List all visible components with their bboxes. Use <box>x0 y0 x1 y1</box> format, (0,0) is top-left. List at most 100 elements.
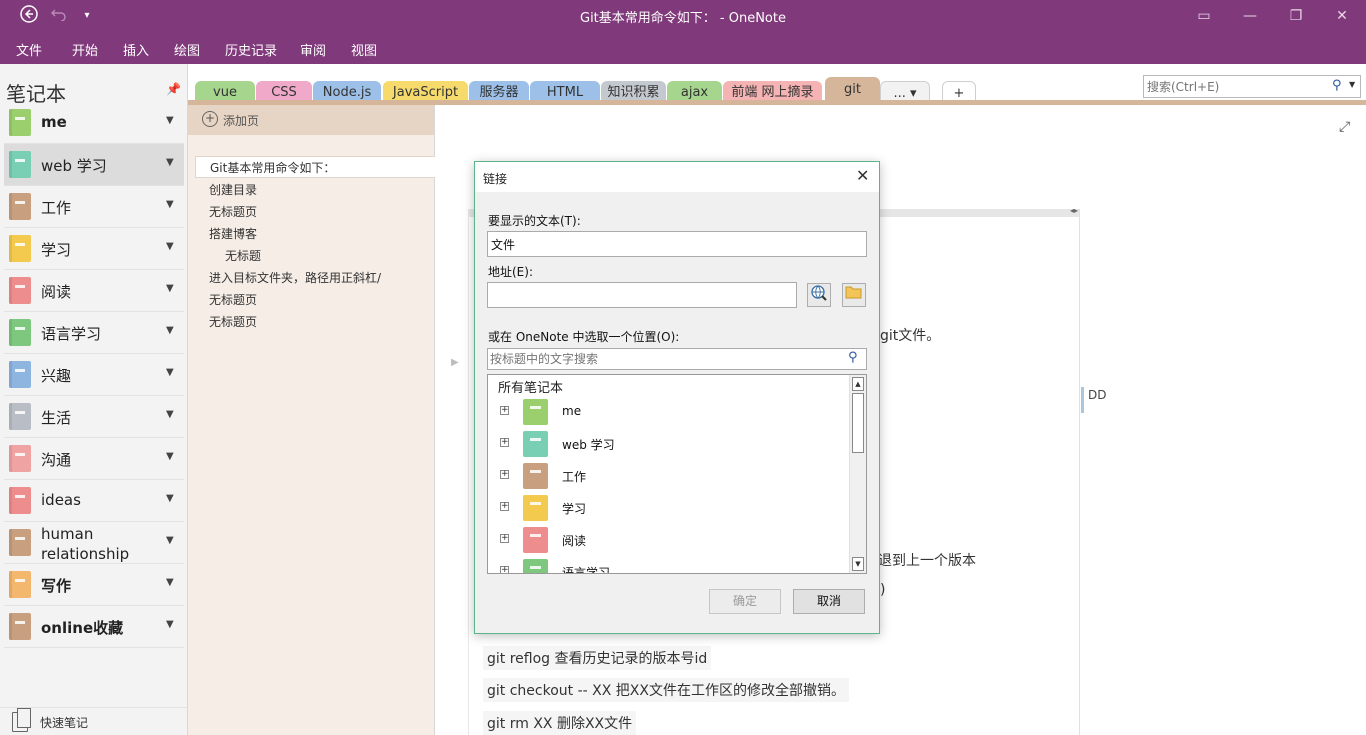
tree-notebook-item[interactable]: + 语言学习 <box>488 556 848 573</box>
chevron-down-icon[interactable]: ▼ <box>166 199 174 210</box>
notebook-label: online收藏 <box>41 619 124 637</box>
page-item[interactable]: Git基本常用命令如下： <box>195 156 435 178</box>
notebook-item[interactable]: 生活 ▼ <box>4 396 184 438</box>
tree-notebook-item[interactable]: + 学习 <box>488 492 848 524</box>
menu-view[interactable]: 视图 <box>351 40 377 59</box>
page-item[interactable]: 创建目录 <box>209 181 257 198</box>
cancel-button[interactable]: 取消 <box>793 589 865 614</box>
menu-history[interactable]: 历史记录 <box>225 40 277 59</box>
chevron-down-icon[interactable]: ▼ <box>166 325 174 336</box>
note-container-border <box>1079 209 1080 735</box>
browse-web-icon <box>811 285 827 301</box>
note-line-checkout[interactable]: git checkout -- XX 把XX文件在工作区的修改全部撤销。 <box>483 678 849 702</box>
chevron-down-icon[interactable]: ▼ <box>166 241 174 252</box>
note-line-reflog[interactable]: git reflog 查看历史记录的版本号id <box>483 646 712 670</box>
notebook-label: 生活 <box>41 409 72 427</box>
menu-draw[interactable]: 绘图 <box>174 40 200 59</box>
scroll-thumb[interactable] <box>852 393 864 453</box>
chevron-down-icon[interactable]: ▼ <box>166 409 174 420</box>
menu-home[interactable]: 开始 <box>72 40 98 59</box>
chevron-down-icon[interactable]: ▼ <box>166 283 174 294</box>
tree-notebook-item[interactable]: + me <box>488 396 848 428</box>
expand-plus-icon[interactable]: + <box>500 470 509 479</box>
note-dd-text[interactable]: DD <box>1088 388 1106 402</box>
chevron-down-icon[interactable]: ▼ <box>166 157 174 168</box>
pick-location-label: 或在 OneNote 中选取一个位置(O): <box>488 330 680 344</box>
search-scope-dropdown-icon[interactable]: ▼ <box>1349 80 1355 89</box>
page-item[interactable]: 进入目标文件夹，路径用正斜杠/ <box>209 269 381 286</box>
notebook-item[interactable]: 兴趣 ▼ <box>4 354 184 396</box>
add-page-button[interactable]: + 添加页 <box>188 105 434 135</box>
chevron-down-icon[interactable]: ▼ <box>166 535 174 546</box>
chevron-down-icon[interactable]: ▼ <box>166 451 174 462</box>
browse-web-button[interactable] <box>807 283 831 307</box>
tree-scrollbar[interactable]: ▲ ▼ <box>849 375 866 573</box>
page-item[interactable]: 无标题页 <box>209 313 257 330</box>
expand-icon[interactable]: ⤢ <box>1339 119 1350 135</box>
search-icon[interactable]: ⚲ <box>1332 78 1342 93</box>
minimize-icon[interactable]: — <box>1230 4 1270 28</box>
notebook-item[interactable]: me ▼ <box>4 102 184 144</box>
note-text-fragment[interactable]: 退到上一个版本 <box>878 550 976 570</box>
close-icon[interactable]: ✕ <box>1322 4 1362 28</box>
notebook-item[interactable]: online收藏 ▼ <box>4 606 184 648</box>
scroll-up-icon[interactable]: ▲ <box>852 377 864 391</box>
note-text-fragment[interactable]: git文件。 <box>880 325 940 345</box>
notebook-item[interactable]: 语言学习 ▼ <box>4 312 184 354</box>
expand-plus-icon[interactable]: + <box>500 534 509 543</box>
tree-notebook-item[interactable]: + web 学习 <box>488 428 848 460</box>
expand-plus-icon[interactable]: + <box>500 502 509 511</box>
ribbon-display-icon[interactable]: ▭ <box>1184 4 1224 28</box>
page-item[interactable]: 无标题 <box>225 247 261 264</box>
menu-insert[interactable]: 插入 <box>123 40 149 59</box>
pin-icon[interactable]: 📌 <box>166 82 181 96</box>
location-search-input[interactable] <box>490 350 840 368</box>
tree-notebook-item[interactable]: + 阅读 <box>488 524 848 556</box>
chevron-down-icon[interactable]: ▼ <box>166 493 174 504</box>
notebook-item[interactable]: human relationship ▼ <box>4 522 184 564</box>
menu-review[interactable]: 审阅 <box>300 40 326 59</box>
address-field[interactable] <box>487 282 797 308</box>
search-input[interactable] <box>1147 78 1327 95</box>
notebook-item[interactable]: 学习 ▼ <box>4 228 184 270</box>
location-search-box[interactable]: ⚲ <box>487 348 867 370</box>
page-item[interactable]: 搭建博客 <box>209 225 257 242</box>
quick-notes[interactable]: 快速笔记 <box>0 707 188 735</box>
note-container-border <box>468 209 469 735</box>
scroll-down-icon[interactable]: ▼ <box>852 557 864 571</box>
page-item[interactable]: 无标题页 <box>209 291 257 308</box>
resize-arrows-icon[interactable]: ◂▸ <box>1070 206 1078 215</box>
tree-root[interactable]: 所有笔记本 <box>498 377 563 396</box>
notebook-item[interactable]: 沟通 ▼ <box>4 438 184 480</box>
expand-plus-icon[interactable]: + <box>500 438 509 447</box>
chevron-down-icon[interactable]: ▼ <box>166 619 174 630</box>
notebook-icon <box>523 399 548 425</box>
address-label: 地址(E): <box>488 265 533 279</box>
chevron-down-icon[interactable]: ▼ <box>166 367 174 378</box>
notebook-item[interactable]: 写作 ▼ <box>4 564 184 606</box>
dialog-close-icon[interactable]: ✕ <box>856 166 869 185</box>
notebook-item[interactable]: web 学习 ▼ <box>4 144 184 186</box>
chevron-down-icon[interactable]: ▼ <box>166 577 174 588</box>
search-icon[interactable]: ⚲ <box>848 350 858 365</box>
browse-file-button[interactable] <box>842 283 866 307</box>
tree-notebook-item[interactable]: + 工作 <box>488 460 848 492</box>
dialog-title: 链接 <box>483 172 508 186</box>
expand-plus-icon[interactable]: + <box>500 406 509 415</box>
title-bar: ▾ Git基本常用命令如下： - OneNote ▭ — ❐ ✕ <box>0 0 1366 32</box>
notebook-item[interactable]: 工作 ▼ <box>4 186 184 228</box>
search-box[interactable]: ⚲ ▼ <box>1143 75 1361 98</box>
notebook-icon <box>9 487 31 514</box>
notebook-item[interactable]: ideas ▼ <box>4 480 184 522</box>
notebook-item[interactable]: 阅读 ▼ <box>4 270 184 312</box>
ok-button[interactable]: 确定 <box>709 589 781 614</box>
chevron-down-icon[interactable]: ▼ <box>166 115 174 126</box>
restore-icon[interactable]: ❐ <box>1276 4 1316 28</box>
note-line-rm[interactable]: git rm XX 删除XX文件 <box>483 711 637 735</box>
page-item[interactable]: 无标题页 <box>209 203 257 220</box>
paragraph-handle-icon[interactable]: ▶ <box>451 357 459 368</box>
display-text-field[interactable] <box>487 231 867 257</box>
note-text-fragment[interactable]: ) <box>880 582 885 598</box>
menu-file[interactable]: 文件 <box>16 40 42 59</box>
expand-plus-icon[interactable]: + <box>500 566 509 573</box>
